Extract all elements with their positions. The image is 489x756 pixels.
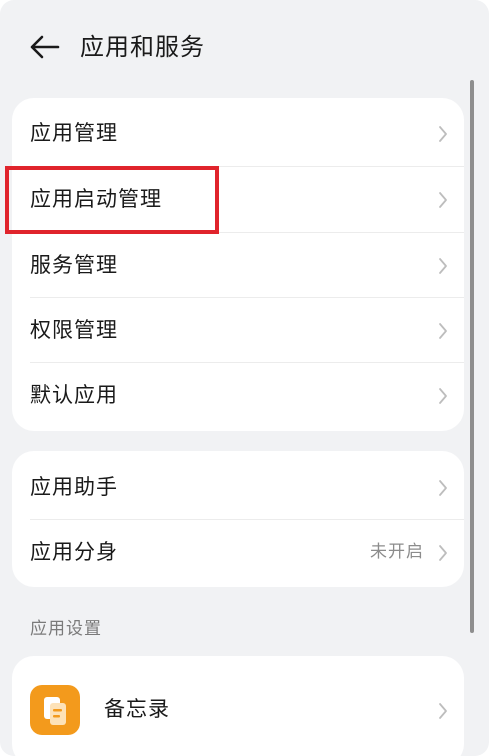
- item-label: 默认应用: [30, 383, 118, 407]
- app-assistant-item[interactable]: 应用助手: [12, 455, 464, 520]
- chevron-right-icon: [439, 323, 447, 339]
- app-helpers-card: 应用助手 应用分身 未开启: [12, 451, 464, 587]
- top-app-bar: 应用和服务: [0, 0, 489, 96]
- app-management-card: 应用管理 应用启动管理 服务管理 权限管理 默认应用: [12, 98, 464, 431]
- chevron-right-icon: [439, 480, 447, 496]
- app-settings-card: 备忘录: [12, 656, 464, 756]
- item-label: 应用启动管理: [30, 187, 162, 211]
- item-label: 备忘录: [104, 697, 170, 721]
- chevron-right-icon: [439, 258, 447, 274]
- item-label: 应用助手: [30, 475, 118, 499]
- item-label: 权限管理: [30, 318, 118, 342]
- permission-management-item[interactable]: 权限管理: [12, 298, 464, 363]
- scrollbar[interactable]: [470, 80, 474, 633]
- chevron-right-icon: [439, 388, 447, 404]
- chevron-right-icon: [439, 703, 447, 719]
- item-label: 应用分身: [30, 540, 118, 564]
- default-apps-item[interactable]: 默认应用: [12, 363, 464, 428]
- app-twin-item[interactable]: 应用分身 未开启: [12, 520, 464, 585]
- settings-screen: 应用和服务 应用管理 应用启动管理 服务管理 权限管理 默认应用 应用助手 应用…: [0, 0, 489, 756]
- service-management-item[interactable]: 服务管理: [12, 233, 464, 298]
- status-value: 未开启: [370, 542, 424, 562]
- app-startup-management-item[interactable]: 应用启动管理: [12, 167, 464, 232]
- page-title: 应用和服务: [80, 33, 205, 61]
- notes-app-icon: [30, 685, 80, 735]
- notes-app-item[interactable]: 备忘录: [12, 656, 464, 756]
- app-management-item[interactable]: 应用管理: [12, 101, 464, 166]
- chevron-right-icon: [439, 126, 447, 142]
- section-title: 应用设置: [30, 619, 102, 639]
- chevron-right-icon: [439, 192, 447, 208]
- item-label: 服务管理: [30, 253, 118, 277]
- item-label: 应用管理: [30, 121, 118, 145]
- back-arrow-icon[interactable]: [28, 32, 62, 62]
- chevron-right-icon: [439, 545, 447, 561]
